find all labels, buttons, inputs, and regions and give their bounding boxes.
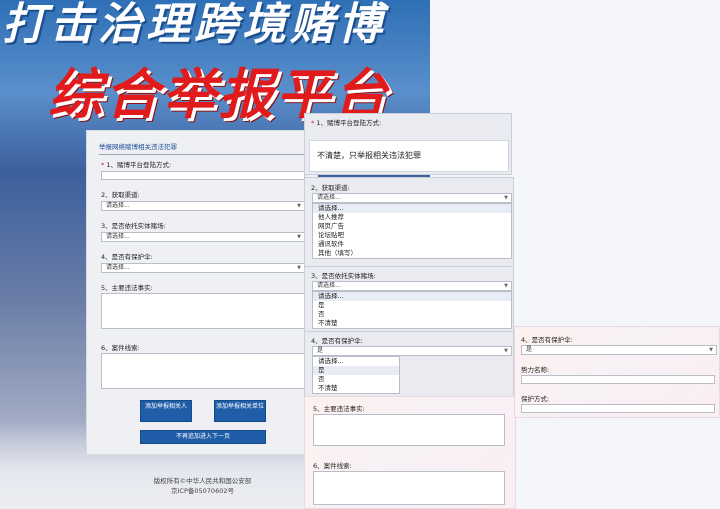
form-heading: 举报网络赌博相关违法犯罪	[99, 141, 311, 155]
overlay5-q5-label: 5、主要违法事实:	[313, 405, 365, 413]
overlay-casino-dropdown: 3、是否依托实体赌场: 请选择... ▼ 请选择... 是 否 不清楚	[304, 266, 514, 332]
overlay4-select[interactable]: 是 ▼	[312, 346, 512, 356]
force-name-label: 势力名称:	[521, 366, 550, 374]
login-method-popup[interactable]: 不清楚，只举报相关违法犯罪	[309, 140, 509, 172]
list-item[interactable]: 请选择...	[313, 292, 511, 301]
add-person-button[interactable]: 添加举报相关人	[140, 400, 192, 422]
overlay5-q6-label: 6、案件线索:	[313, 462, 352, 470]
list-item[interactable]: 不清楚	[313, 384, 399, 393]
overlay-protection-dropdown: 4、是否有保护伞: 是 ▼ 请选择... 是 否 不清楚	[304, 331, 514, 399]
list-item[interactable]: 否	[313, 375, 399, 384]
chevron-down-icon: ▼	[297, 265, 301, 271]
channel-option-list: 请选择... 他人推荐 网页广告 论坛贴吧 通讯软件 其他（填写）	[312, 203, 512, 259]
chevron-down-icon: ▼	[297, 203, 301, 209]
overlay3-select-value: 请选择...	[317, 282, 341, 289]
q4-label: 4、是否有保护伞:	[101, 253, 153, 261]
protect-method-input[interactable]	[521, 404, 715, 413]
overlay-channel-dropdown: 2、获取渠道: 请选择... ▼ 请选择... 他人推荐 网页广告 论坛贴吧 通…	[304, 177, 514, 267]
footer: 版权所有©中华人民共和国公安部 京ICP备05070602号	[110, 476, 295, 496]
list-item[interactable]: 否	[313, 310, 511, 319]
chevron-down-icon: ▼	[504, 195, 508, 201]
list-item[interactable]: 论坛贴吧	[313, 231, 511, 240]
list-item[interactable]: 通讯软件	[313, 240, 511, 249]
protection-select[interactable]: 请选择... ▼	[101, 263, 305, 273]
list-item[interactable]: 其他（填写）	[313, 249, 511, 258]
icp-text: 京ICP备05070602号	[171, 487, 234, 495]
overlay2-select[interactable]: 请选择... ▼	[312, 193, 512, 203]
overlay6-select[interactable]: 是 ▼	[521, 345, 717, 355]
banner-title-top: 打击治理跨境赌博	[2, 0, 386, 50]
overlay1-label: * 1、赌博平台登陆方式:	[311, 117, 381, 127]
list-item[interactable]: 请选择...	[313, 204, 511, 213]
q6-label: 6、案件线索:	[101, 344, 140, 352]
chevron-down-icon: ▼	[709, 347, 713, 353]
protect-method-label: 保护方式:	[521, 395, 550, 403]
q5-label: 5、主要违法事实:	[101, 284, 153, 292]
add-unit-button[interactable]: 添加举报相关单位	[214, 400, 266, 422]
protection-option-list: 请选择... 是 否 不清楚	[312, 356, 400, 394]
list-item[interactable]: 是	[313, 366, 399, 375]
overlay4-label: 4、是否有保护伞:	[311, 337, 363, 345]
chevron-down-icon: ▼	[504, 283, 508, 289]
overlay-facts-clues: 5、主要违法事实: 6、案件线索:	[304, 396, 516, 509]
casino-select[interactable]: 请选择... ▼	[101, 232, 305, 242]
chevron-down-icon: ▼	[504, 348, 508, 354]
overlay4-select-value: 是	[317, 347, 324, 354]
next-page-button[interactable]: 不再追加进入下一页	[140, 430, 266, 444]
list-item[interactable]: 是	[313, 301, 511, 310]
chevron-down-icon: ▼	[297, 234, 301, 240]
overlay2-select-value: 请选择...	[317, 194, 341, 201]
required-mark: *	[101, 161, 105, 169]
casino-option-list: 请选择... 是 否 不清楚	[312, 291, 512, 329]
overlay1-label-text: 1、赌博平台登陆方式:	[316, 119, 382, 127]
list-item[interactable]: 不清楚	[313, 319, 511, 328]
channel-select[interactable]: 请选择... ▼	[101, 201, 305, 211]
list-item[interactable]: 他人推荐	[313, 213, 511, 222]
q1-label-text: 1、赌博平台登陆方式:	[106, 161, 172, 169]
casino-select-value: 请选择...	[106, 233, 130, 240]
q3-label: 3、是否依托实体赌场:	[101, 222, 166, 230]
facts-textarea[interactable]	[101, 293, 305, 329]
copyright-text: 版权所有©中华人民共和国公安部	[153, 477, 252, 485]
report-form: 举报网络赌博相关违法犯罪 * 1、赌博平台登陆方式: 2、获取渠道: 请选择..…	[86, 130, 318, 455]
overlay5-clues-textarea[interactable]	[313, 471, 505, 505]
list-item[interactable]: 网页广告	[313, 222, 511, 231]
overlay6-label: 4、是否有保护伞:	[521, 336, 573, 344]
overlay2-label: 2、获取渠道:	[311, 184, 350, 192]
overlay3-select[interactable]: 请选择... ▼	[312, 281, 512, 291]
channel-select-value: 请选择...	[106, 202, 130, 209]
q1-label: * 1、赌博平台登陆方式:	[101, 159, 171, 169]
overlay6-select-value: 是	[526, 346, 533, 353]
list-item[interactable]: 请选择...	[313, 357, 399, 366]
overlay3-label: 3、是否依托实体赌场:	[311, 272, 376, 280]
force-name-input[interactable]	[521, 375, 715, 384]
clues-textarea[interactable]	[101, 353, 305, 389]
login-method-input[interactable]	[101, 171, 305, 180]
overlay-protection-details: 4、是否有保护伞: 是 ▼ 势力名称: 保护方式:	[514, 326, 720, 418]
protection-select-value: 请选择...	[106, 264, 130, 271]
required-mark: *	[311, 119, 315, 127]
overlay5-facts-textarea[interactable]	[313, 414, 505, 446]
q2-label: 2、获取渠道:	[101, 191, 140, 199]
